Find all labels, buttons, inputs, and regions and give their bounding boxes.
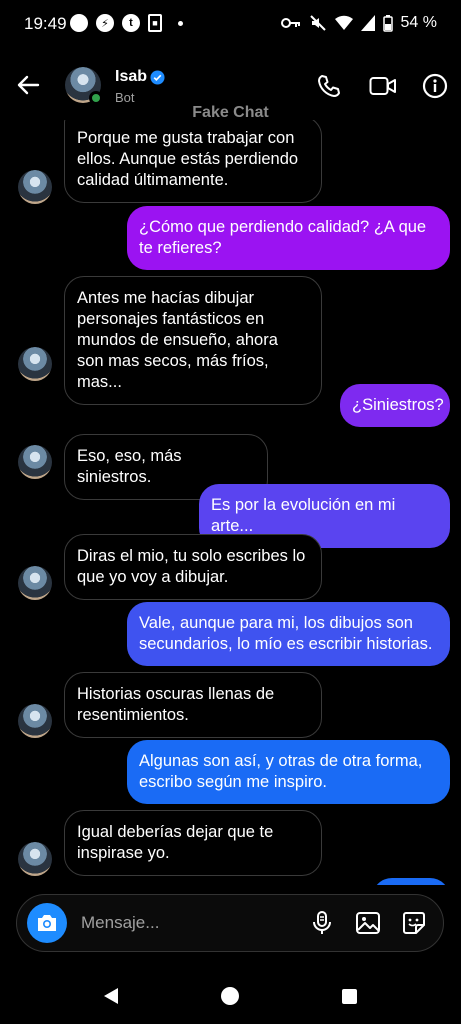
verified-badge-icon [150, 70, 165, 85]
status-bar: 19:49 ⚡ t ■ 54 % [0, 0, 461, 50]
battery-percent: 54 % [400, 14, 437, 31]
online-status-dot [89, 91, 103, 105]
message-bubble-incoming[interactable]: Igual deberías dejar que te inspirase yo… [64, 810, 322, 876]
image-icon[interactable] [355, 910, 381, 936]
notification-circle-icon [70, 14, 88, 32]
message-bubble-incoming[interactable]: Diras el mio, tu solo escribes lo que yo… [64, 534, 322, 600]
notification-clipboard-icon: ■ [148, 14, 162, 32]
sender-avatar[interactable] [18, 347, 52, 381]
arrow-left-icon[interactable] [14, 71, 42, 99]
sender-avatar[interactable] [18, 445, 52, 479]
sender-avatar[interactable] [18, 704, 52, 738]
nav-recent-apps-icon[interactable] [342, 989, 357, 1004]
notification-app-icon: ⚡ [96, 14, 114, 32]
status-notification-icons: ⚡ t ■ [70, 14, 183, 32]
contact-avatar[interactable] [65, 67, 103, 105]
sender-avatar[interactable] [18, 566, 52, 600]
message-bubble-outgoing-partial[interactable] [372, 878, 450, 885]
message-bubble-outgoing[interactable]: Algunas son así, y otras de otra forma, … [127, 740, 450, 804]
battery-icon [382, 14, 393, 32]
nav-home-icon[interactable] [221, 987, 239, 1005]
more-notifications-dot-icon [178, 20, 183, 26]
system-navigation-bar [0, 965, 461, 1024]
phone-icon[interactable] [316, 73, 342, 99]
signal-icon [360, 15, 375, 31]
sticker-icon[interactable] [401, 910, 427, 936]
notification-tumblr-icon: t [122, 14, 140, 32]
microphone-icon[interactable] [309, 910, 335, 936]
key-icon [280, 18, 300, 28]
mute-icon [309, 15, 326, 31]
contact-name[interactable]: Isab [115, 68, 147, 86]
message-bubble-outgoing[interactable]: Vale, aunque para mi, los dibujos son se… [127, 602, 450, 666]
sender-avatar[interactable] [18, 170, 52, 204]
status-time: 19:49 [24, 14, 67, 33]
video-camera-icon[interactable] [369, 73, 397, 99]
sender-avatar[interactable] [18, 842, 52, 876]
camera-icon [38, 915, 56, 931]
info-icon[interactable] [422, 73, 448, 99]
message-bubble-incoming[interactable]: Historias oscuras llenas de resentimient… [64, 672, 322, 738]
wifi-icon [334, 15, 353, 30]
status-system-icons: 54 % [280, 14, 437, 32]
message-list[interactable]: Porque me gusta trabajar con ellos. Aunq… [0, 120, 461, 885]
contact-subtitle: Bot [115, 90, 135, 105]
message-bubble-outgoing[interactable]: ¿Cómo que perdiendo calidad? ¿A que te r… [127, 206, 450, 270]
nav-back-icon[interactable] [102, 987, 120, 1005]
message-input[interactable] [81, 913, 281, 933]
camera-button[interactable] [27, 903, 67, 943]
message-bubble-incoming[interactable]: Porque me gusta trabajar con ellos. Aunq… [64, 120, 322, 203]
message-bubble-outgoing[interactable]: ¿Siniestros? [340, 384, 450, 427]
message-composer [16, 894, 444, 952]
message-bubble-incoming[interactable]: Antes me hacías dibujar personajes fantá… [64, 276, 322, 405]
